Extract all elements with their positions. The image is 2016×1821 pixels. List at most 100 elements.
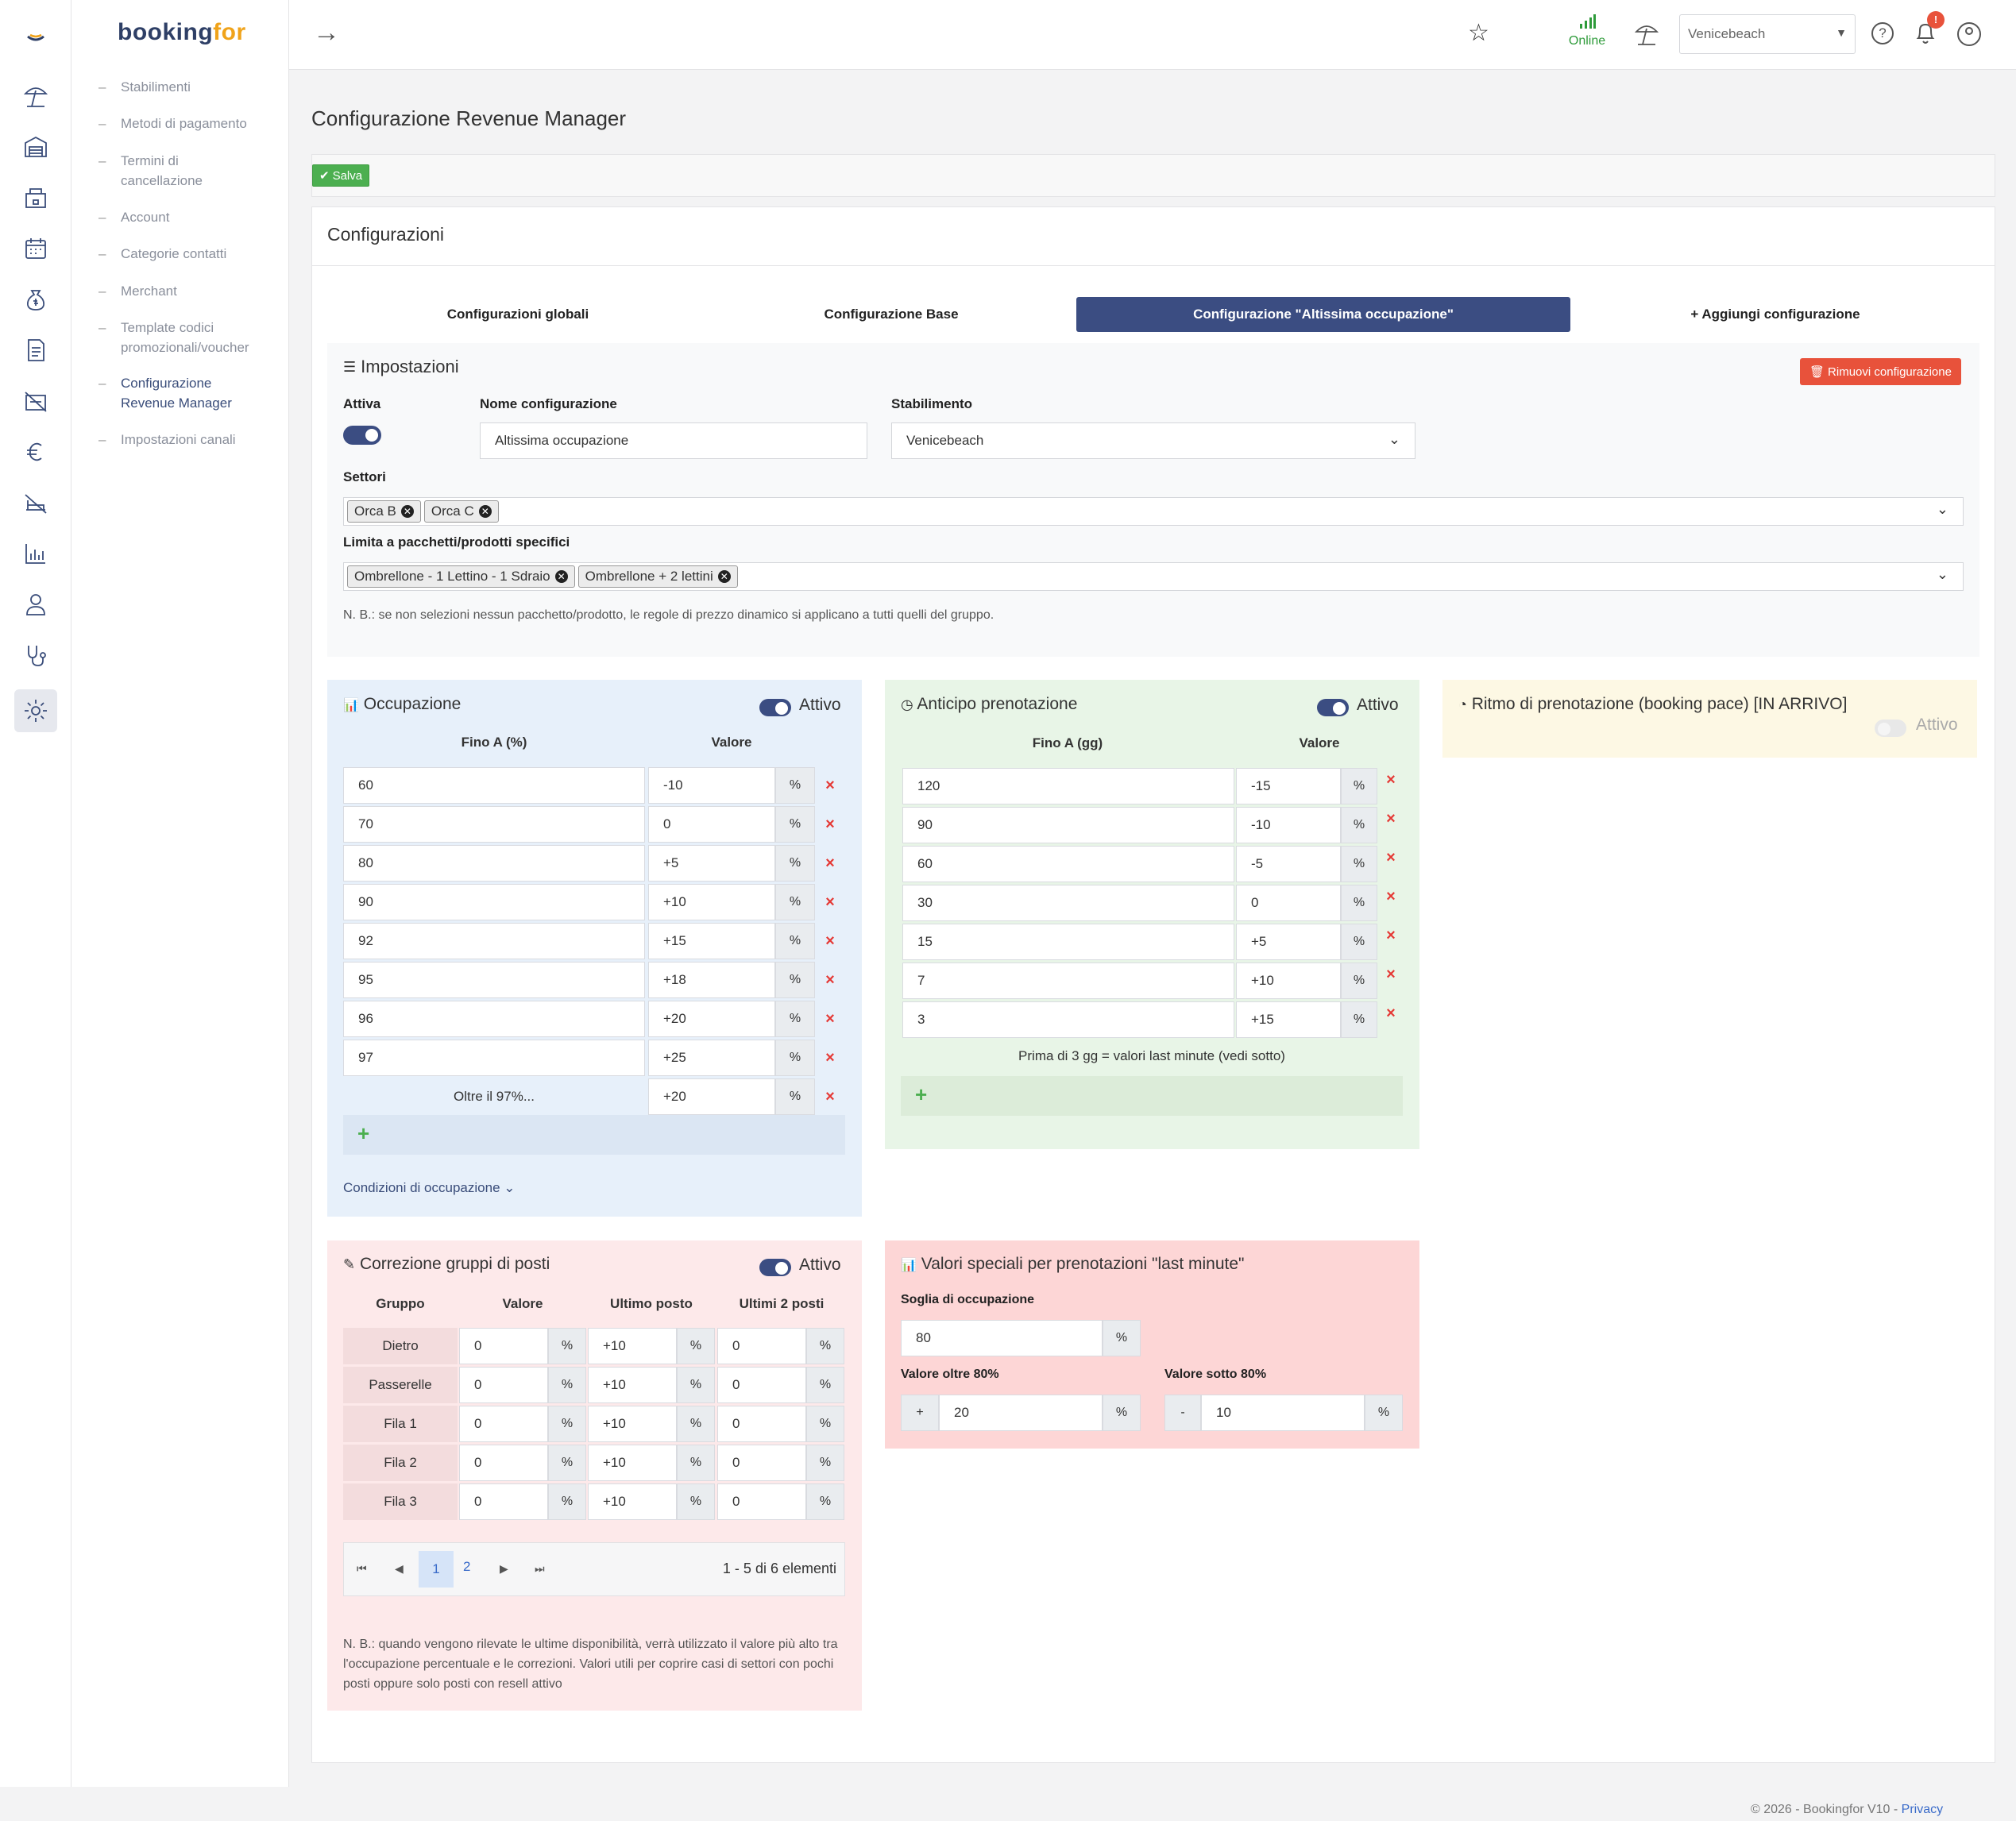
prev-page-icon[interactable]: ◀ [395, 1562, 404, 1576]
group-value-input[interactable]: +10 [588, 1406, 677, 1442]
account-icon[interactable] [1957, 22, 1981, 46]
sidebar-item-impostazioni-canali[interactable]: Impostazioni canali [98, 430, 280, 449]
gear-icon[interactable] [14, 689, 57, 732]
arrow-right-icon[interactable]: → [313, 17, 340, 48]
occupancy-active-toggle[interactable] [759, 699, 791, 716]
delete-row-icon[interactable]: × [818, 812, 842, 836]
save-button[interactable]: ✔ Salva [312, 164, 370, 187]
delete-row-icon[interactable]: × [1379, 768, 1403, 792]
no-bed-icon[interactable] [14, 481, 57, 524]
no-shop-icon[interactable] [14, 380, 57, 422]
delete-row-icon[interactable]: × [818, 1085, 842, 1109]
occupancy-threshold-input[interactable]: 80 [343, 845, 645, 882]
group-value-input[interactable]: +10 [588, 1328, 677, 1364]
delete-row-icon[interactable]: × [818, 968, 842, 992]
advance-days-input[interactable]: 120 [902, 768, 1234, 804]
warehouse-icon[interactable] [14, 125, 57, 168]
occupancy-threshold-input[interactable]: 70 [343, 806, 645, 843]
advance-days-input[interactable]: 30 [902, 885, 1234, 921]
group-value-input[interactable]: 0 [717, 1406, 806, 1442]
location-select[interactable]: Venicebeach ▼ [1679, 14, 1856, 54]
sidebar-item-categorie-contatti[interactable]: Categorie contatti [98, 244, 280, 264]
privacy-link[interactable]: Privacy [1902, 1803, 1943, 1816]
sidebar-item-termini-cancellazione[interactable]: Termini di cancellazione [98, 151, 240, 191]
money-bag-icon[interactable] [14, 278, 57, 321]
active-toggle[interactable] [343, 426, 381, 445]
notifications-button[interactable]: ! [1914, 11, 1945, 50]
group-value-input[interactable]: 0 [459, 1406, 548, 1442]
delete-row-icon[interactable]: × [1379, 1001, 1403, 1025]
advance-value-input[interactable]: +15 [1236, 1001, 1341, 1038]
occupancy-value-input[interactable]: +25 [648, 1040, 775, 1076]
sidebar-item-template-codici[interactable]: Template codici promozionali/voucher [98, 318, 280, 357]
sectors-multiselect[interactable]: Orca B ✕ Orca C ✕ ⌄ [343, 497, 1964, 526]
advance-value-input[interactable]: +5 [1236, 924, 1341, 960]
remove-chip-icon[interactable]: ✕ [554, 570, 568, 583]
occupancy-value-input[interactable]: +20 [648, 1001, 775, 1037]
delete-row-icon[interactable]: × [818, 890, 842, 914]
add-row-icon[interactable]: + [357, 1121, 369, 1146]
beach-umbrella-icon[interactable] [14, 75, 57, 118]
tab-configurazione-altissima[interactable]: Configurazione "Altissima occupazione" [1076, 297, 1570, 332]
delete-row-icon[interactable]: × [818, 1007, 842, 1031]
tab-aggiungi-configurazione[interactable]: + Aggiungi configurazione [1573, 297, 1978, 332]
bar-chart-icon[interactable] [14, 532, 57, 575]
delete-row-icon[interactable]: × [1379, 846, 1403, 870]
tab-configurazione-base[interactable]: Configurazione Base [709, 297, 1074, 332]
occupancy-value-input[interactable]: +5 [648, 845, 775, 882]
delete-row-icon[interactable]: × [1379, 885, 1403, 909]
sidebar-item-account[interactable]: Account [98, 207, 280, 227]
sidebar-item-stabilimenti[interactable]: Stabilimenti [98, 77, 280, 97]
add-row-icon[interactable]: + [915, 1082, 927, 1107]
under-value-input[interactable]: 10 [1201, 1395, 1365, 1431]
occupancy-value-input[interactable]: -10 [648, 767, 775, 804]
occupancy-threshold-input[interactable]: 90 [343, 884, 645, 920]
occupancy-value-input[interactable]: 0 [648, 806, 775, 843]
packages-multiselect[interactable]: Ombrellone - 1 Lettino - 1 Sdraio ✕ Ombre… [343, 562, 1964, 591]
advance-value-input[interactable]: 0 [1236, 885, 1341, 921]
help-icon[interactable]: ? [1871, 22, 1894, 44]
occupancy-value-input[interactable]: +15 [648, 923, 775, 959]
remove-configuration-button[interactable]: 🗑 Rimuovi configurazione [1800, 358, 1961, 385]
remove-chip-icon[interactable]: ✕ [400, 505, 414, 518]
group-value-input[interactable]: 0 [717, 1328, 806, 1364]
delete-row-icon[interactable]: × [818, 774, 842, 797]
advance-days-input[interactable]: 60 [902, 846, 1234, 882]
over-value-input[interactable]: 20 [939, 1395, 1103, 1431]
tab-configurazioni-globali[interactable]: Configurazioni globali [327, 297, 709, 332]
group-value-input[interactable]: 0 [459, 1483, 548, 1520]
group-value-input[interactable]: 0 [717, 1445, 806, 1481]
remove-chip-icon[interactable]: ✕ [478, 505, 492, 518]
last-page-icon[interactable]: ⏭ [535, 1562, 545, 1576]
delete-row-icon[interactable]: × [1379, 807, 1403, 831]
brand-logo[interactable]: bookingfor [118, 19, 246, 46]
delete-row-icon[interactable]: × [818, 929, 842, 953]
euro-icon[interactable] [14, 430, 57, 473]
advance-value-input[interactable]: +10 [1236, 963, 1341, 999]
user-icon[interactable] [14, 583, 57, 626]
occupancy-threshold-input[interactable]: 60 [343, 767, 645, 804]
first-page-icon[interactable]: ⏮ [357, 1562, 367, 1576]
stethoscope-icon[interactable] [14, 634, 57, 677]
facility-select[interactable]: Venicebeach ⌄ [891, 422, 1415, 459]
groups-active-toggle[interactable] [759, 1259, 791, 1276]
delete-row-icon[interactable]: × [1379, 963, 1403, 986]
advance-active-toggle[interactable] [1317, 699, 1349, 716]
occupancy-value-input[interactable]: +10 [648, 884, 775, 920]
delete-row-icon[interactable]: × [1379, 924, 1403, 947]
sidebar-item-merchant[interactable]: Merchant [98, 281, 280, 301]
advance-value-input[interactable]: -10 [1236, 807, 1341, 843]
group-value-input[interactable]: 0 [459, 1328, 548, 1364]
advance-value-input[interactable]: -15 [1236, 768, 1341, 804]
group-value-input[interactable]: 0 [459, 1445, 548, 1481]
group-value-input[interactable]: +10 [588, 1445, 677, 1481]
delete-row-icon[interactable]: × [818, 851, 842, 875]
group-value-input[interactable]: +10 [588, 1367, 677, 1403]
shop-icon[interactable] [14, 176, 57, 219]
occupancy-value-input[interactable]: +18 [648, 962, 775, 998]
config-name-input[interactable]: Altissima occupazione [480, 422, 867, 459]
group-value-input[interactable]: 0 [459, 1367, 548, 1403]
beach-umbrella-icon[interactable] [1632, 21, 1662, 52]
brand-mark-icon[interactable] [14, 14, 57, 57]
sidebar-item-revenue-manager[interactable]: Configurazione Revenue Manager [98, 373, 256, 413]
